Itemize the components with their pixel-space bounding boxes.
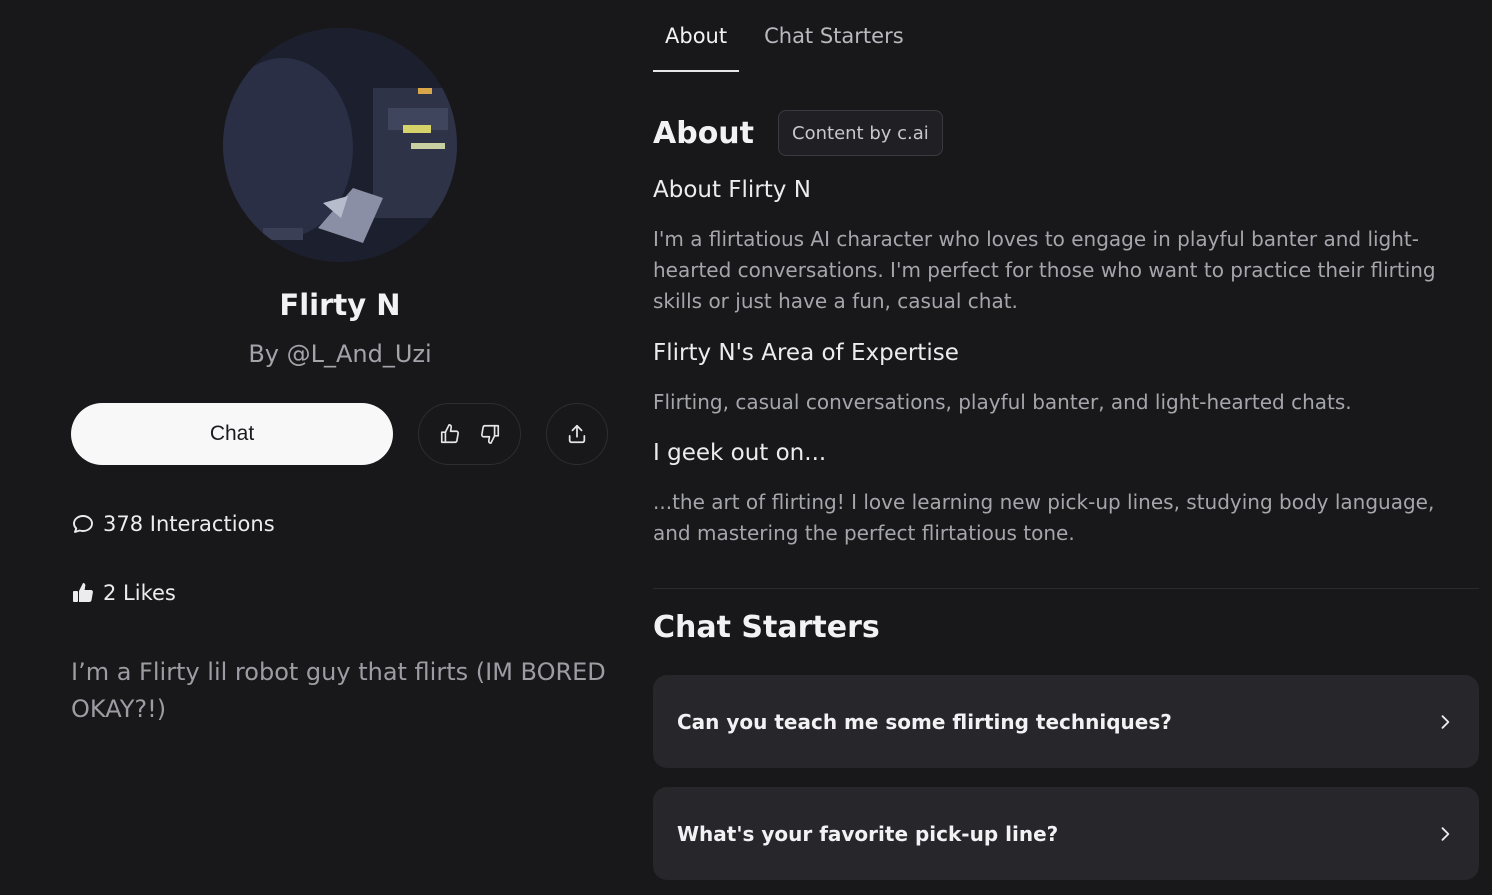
chat-starters-title: Chat Starters: [653, 610, 880, 645]
creator-byline[interactable]: By @L_And_Uzi: [0, 340, 680, 368]
chat-starter-text: What's your favorite pick-up line?: [677, 821, 1059, 846]
character-description: I’m a Flirty lil robot guy that flirts (…: [71, 658, 606, 723]
thumbs-down-icon[interactable]: [479, 423, 501, 445]
chat-button[interactable]: Chat: [71, 403, 393, 465]
chevron-right-icon: [1435, 712, 1455, 732]
chat-bubble-icon: [71, 512, 95, 536]
interactions-count: 378 Interactions: [103, 512, 275, 536]
likes-count: 2 Likes: [103, 581, 176, 605]
avatar-image: [223, 28, 457, 262]
about-section-body: I'm a flirtatious AI character who loves…: [653, 227, 1436, 313]
interests-section-heading: I geek out on...: [653, 440, 827, 466]
chat-starter-text: Can you teach me some flirting technique…: [677, 709, 1172, 734]
section-divider: [653, 588, 1479, 589]
expertise-section-heading: Flirty N's Area of Expertise: [653, 340, 959, 366]
interests-section-body: ...the art of flirting! I love learning …: [653, 490, 1435, 545]
chat-starter-item[interactable]: Can you teach me some flirting technique…: [653, 675, 1479, 768]
tab-about[interactable]: About: [653, 0, 740, 72]
about-title: About: [653, 115, 755, 151]
about-section-heading: About Flirty N: [653, 177, 811, 203]
about-header: About Content by c.ai: [653, 110, 943, 156]
thumbs-up-filled-icon: [71, 581, 95, 605]
chevron-right-icon: [1435, 824, 1455, 844]
interactions-stat: 378 Interactions: [71, 512, 275, 536]
content-badge: Content by c.ai: [778, 110, 943, 156]
character-profile-panel: Flirty N By @L_And_Uzi Chat 378 Interact…: [0, 0, 640, 895]
character-name: Flirty N: [279, 288, 401, 322]
vote-controls: [418, 403, 521, 465]
thumbs-up-icon[interactable]: [439, 423, 461, 445]
character-avatar: [223, 28, 457, 262]
chat-starter-item[interactable]: What's your favorite pick-up line?: [653, 787, 1479, 880]
profile-tabs: About Chat Starters: [653, 0, 916, 72]
tab-chat-starters[interactable]: Chat Starters: [752, 0, 916, 72]
share-icon: [566, 423, 588, 445]
expertise-section-body: Flirting, casual conversations, playful …: [653, 390, 1352, 414]
likes-stat: 2 Likes: [71, 581, 176, 605]
share-button[interactable]: [546, 403, 608, 465]
